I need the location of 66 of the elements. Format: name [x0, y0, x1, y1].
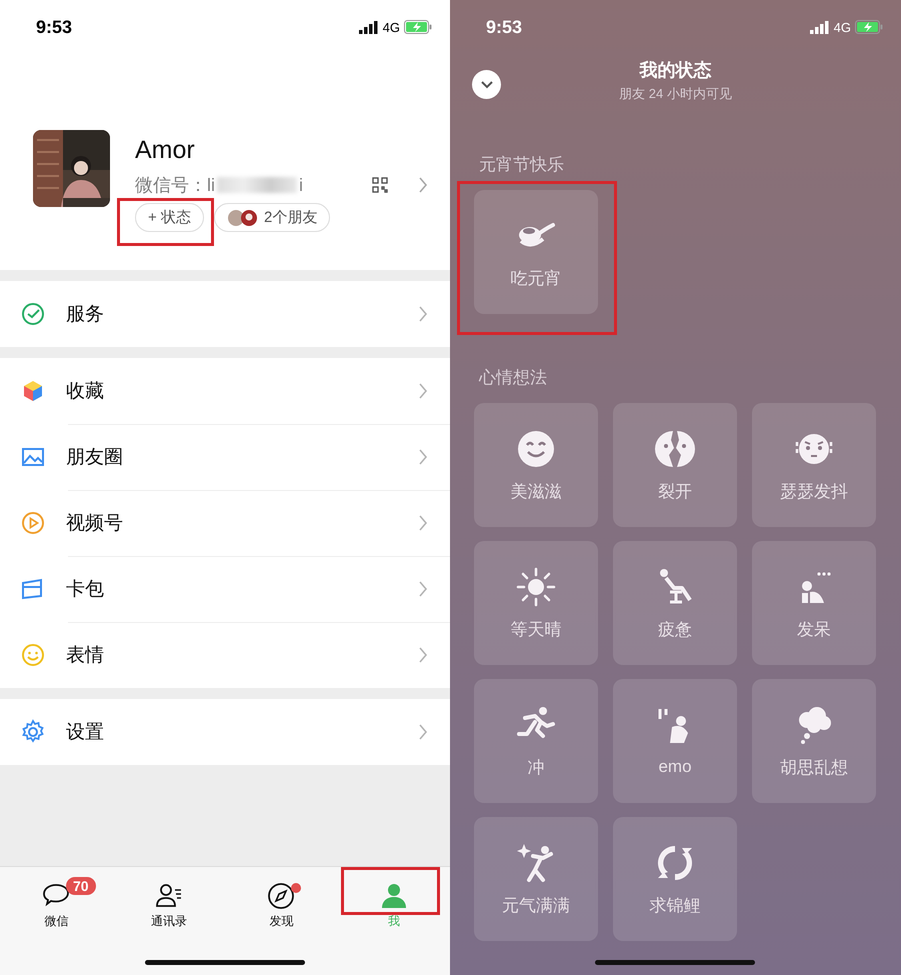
clock-time: 9:53	[486, 16, 524, 38]
menu-label: 表情	[66, 644, 105, 668]
friends-chip[interactable]: 2个朋友	[214, 203, 330, 232]
status-tile[interactable]: 吃元宵	[474, 190, 598, 314]
count-badge: 70	[66, 877, 96, 895]
chevron-down-icon	[480, 80, 492, 88]
status-tile[interactable]: 疲惫	[613, 541, 737, 665]
chevron-right-icon	[418, 724, 428, 740]
menu-label: 视频号	[66, 512, 124, 536]
tab-item[interactable]: 发现	[225, 877, 338, 934]
signal-icon	[810, 20, 830, 34]
tab-item[interactable]: 通讯录	[112, 877, 225, 934]
section-title: 心情想法	[479, 367, 548, 389]
chevron-right-icon	[418, 449, 428, 465]
smiley-icon	[20, 642, 46, 668]
status-tile[interactable]: 冲	[474, 679, 598, 803]
id-text: i	[299, 174, 304, 196]
menu-label: 服务	[66, 303, 105, 327]
clock-time: 9:53	[36, 16, 74, 38]
screen-subtitle: 朋友 24 小时内可见	[619, 85, 732, 103]
chevron-right-icon	[418, 515, 428, 531]
qr-code-icon[interactable]	[372, 177, 388, 193]
id-text: li	[207, 174, 215, 196]
status-tile[interactable]: 美滋滋	[474, 403, 598, 527]
id-label: 微信号：	[135, 174, 207, 197]
check-circle-icon	[20, 301, 46, 327]
status-tile[interactable]: 等天晴	[474, 541, 598, 665]
menu-label: 卡包	[66, 578, 105, 602]
menu-item[interactable]: 服务	[0, 281, 450, 347]
status-tile[interactable]: 求锦鲤	[613, 817, 737, 941]
battery-icon	[404, 20, 432, 34]
menu-item[interactable]: 表情	[0, 622, 450, 688]
chevron-right-icon	[418, 581, 428, 597]
profile-name: Amor	[135, 136, 196, 165]
status-tile[interactable]: 裂开	[613, 403, 737, 527]
menu-label: 收藏	[66, 380, 105, 404]
compass-icon	[266, 881, 296, 911]
friends-count-label: 2个朋友	[264, 208, 318, 227]
menu-item[interactable]: 收藏	[0, 358, 450, 424]
network-label: 4G	[382, 20, 400, 34]
chevron-right-icon	[418, 306, 428, 322]
chevron-right-icon	[418, 383, 428, 399]
screen-title: 我的状态	[640, 59, 712, 82]
status-tile[interactable]: 瑟瑟发抖	[752, 403, 876, 527]
status-tile[interactable]: 元气满满	[474, 817, 598, 941]
signal-icon	[358, 20, 379, 34]
settings-icon	[20, 719, 46, 745]
status-tile[interactable]: 胡思乱想	[752, 679, 876, 803]
menu-item[interactable]: 设置	[0, 699, 450, 765]
menu-item[interactable]: 视频号	[0, 490, 450, 556]
add-status-button[interactable]: + 状态	[135, 203, 204, 232]
section-title: 元宵节快乐	[479, 154, 565, 176]
menu-label: 朋友圈	[66, 446, 124, 470]
menu-label: 设置	[66, 721, 105, 745]
play-circle-icon	[20, 510, 46, 536]
status-tile[interactable]: emo	[613, 679, 737, 803]
status-tile[interactable]: 发呆	[752, 541, 876, 665]
friend-avatars-icon	[226, 208, 259, 226]
menu-item[interactable]: 朋友圈	[0, 424, 450, 490]
menu-item[interactable]: 卡包	[0, 556, 450, 622]
battery-icon	[855, 20, 883, 34]
sun-icon	[515, 566, 557, 608]
collapse-button[interactable]	[472, 70, 501, 99]
chevron-right-icon	[418, 647, 428, 663]
tab-item[interactable]: 我	[338, 877, 450, 934]
network-label: 4G	[834, 20, 851, 34]
